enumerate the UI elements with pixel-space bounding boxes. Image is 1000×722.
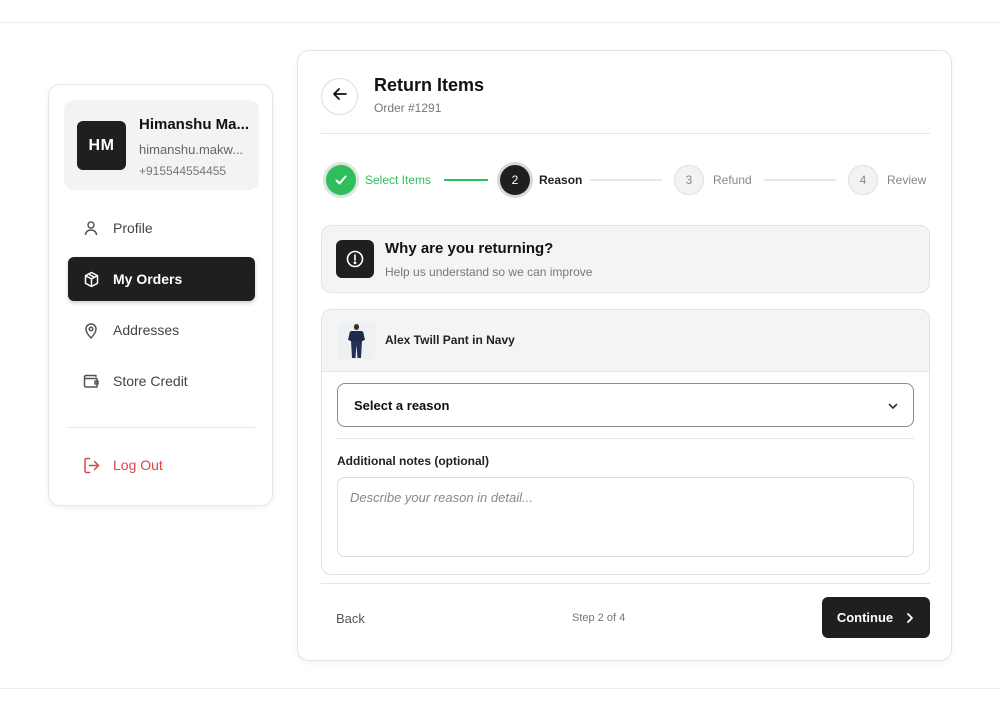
step-counter: Step 2 of 4 [572, 612, 626, 624]
logout-icon [82, 456, 100, 474]
notes-label: Additional notes (optional) [337, 454, 489, 468]
logout-button[interactable]: Log Out [68, 443, 255, 487]
map-pin-icon [82, 321, 100, 339]
reason-select[interactable]: Select a reason [337, 383, 914, 427]
sidebar-item-store-credit[interactable]: Store Credit [68, 359, 255, 403]
sidebar-item-addresses[interactable]: Addresses [68, 308, 255, 352]
product-name: Alex Twill Pant in Navy [385, 333, 515, 347]
back-arrow-button[interactable] [321, 78, 358, 115]
step-label: Select Items [365, 173, 432, 187]
bottom-divider [0, 688, 1000, 689]
header-divider [321, 133, 930, 134]
step-label: Refund [713, 173, 752, 187]
back-button[interactable]: Back [336, 611, 365, 626]
top-divider [0, 22, 1000, 23]
sidebar-item-profile[interactable]: Profile [68, 206, 255, 250]
step-connector [764, 179, 836, 181]
user-icon [82, 219, 100, 237]
reason-select-value: Select a reason [354, 397, 450, 413]
check-icon [326, 165, 356, 195]
footer-divider [321, 583, 930, 584]
sidebar-item-label: My Orders [113, 271, 183, 287]
avatar: HM [77, 121, 126, 170]
step-select-items: Select Items [326, 164, 431, 196]
arrow-left-icon [332, 86, 348, 107]
order-number: Order #1291 [374, 101, 442, 115]
step-number: 2 [500, 165, 530, 195]
step-review: 4 Review [848, 164, 926, 196]
user-email: himanshu.makw... [139, 142, 244, 157]
package-icon [82, 270, 100, 288]
user-card: HM Himanshu Ma... himanshu.makw... +9155… [64, 100, 259, 190]
alert-circle-icon [336, 240, 374, 278]
item-divider [337, 438, 914, 439]
notes-textarea[interactable] [337, 477, 914, 557]
continue-label: Continue [836, 610, 894, 625]
step-reason: 2 Reason [500, 164, 582, 196]
sidebar-item-label: Profile [113, 220, 153, 236]
product-thumbnail [338, 322, 375, 359]
logout-label: Log Out [113, 457, 163, 473]
step-label: Reason [539, 173, 583, 187]
why-returning-banner: Why are you returning? Help us understan… [321, 225, 930, 293]
continue-button[interactable]: Continue [822, 597, 930, 638]
wallet-icon [82, 372, 100, 390]
why-title: Why are you returning? [385, 240, 554, 257]
sidebar-item-my-orders[interactable]: My Orders [68, 257, 255, 301]
return-item-card: Alex Twill Pant in Navy Select a reason … [321, 309, 930, 575]
user-phone: +915544554455 [139, 164, 227, 178]
return-items-panel: Return Items Order #1291 Select Items 2 … [297, 50, 952, 661]
sidebar-item-label: Store Credit [113, 373, 188, 389]
step-number: 3 [674, 165, 704, 195]
why-subtitle: Help us understand so we can improve [385, 265, 593, 279]
user-name: Himanshu Ma... [139, 116, 250, 133]
account-sidebar: HM Himanshu Ma... himanshu.makw... +9155… [48, 84, 273, 506]
step-number: 4 [848, 165, 878, 195]
sidebar-divider [68, 427, 255, 428]
step-connector [590, 179, 662, 181]
chevron-down-icon [887, 399, 899, 417]
chevron-right-icon [905, 612, 915, 624]
step-refund: 3 Refund [674, 164, 752, 196]
item-header: Alex Twill Pant in Navy [322, 310, 929, 372]
sidebar-item-label: Addresses [113, 322, 180, 338]
page-title: Return Items [374, 75, 485, 95]
step-label: Review [887, 173, 927, 187]
step-connector [444, 179, 488, 181]
